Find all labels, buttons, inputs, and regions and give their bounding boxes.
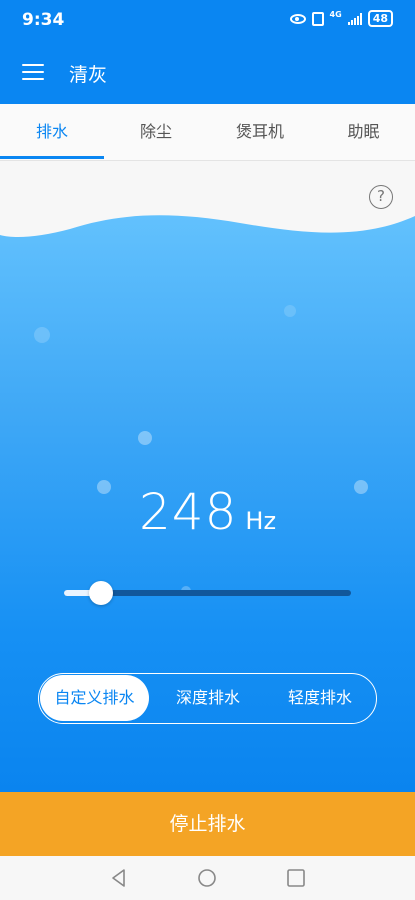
page-title: 清灰: [69, 64, 108, 86]
system-nav-bar: [0, 856, 415, 900]
mode-deep-drain[interactable]: 深度排水: [155, 675, 261, 721]
slider-thumb[interactable]: [89, 581, 114, 605]
status-time: 9:34: [22, 10, 65, 30]
frequency-value: 248: [138, 483, 238, 541]
tab-drain[interactable]: 排水: [0, 104, 104, 161]
frequency-display: 248 Hz: [0, 483, 415, 541]
help-icon[interactable]: ?: [369, 185, 393, 209]
recents-icon[interactable]: [286, 868, 306, 888]
mode-custom-drain[interactable]: 自定义排水: [40, 675, 149, 721]
bubble-decoration: [138, 431, 152, 445]
frequency-slider[interactable]: [64, 581, 351, 605]
home-icon[interactable]: [197, 868, 217, 888]
tab-burn-in[interactable]: 煲耳机: [208, 104, 312, 161]
tab-indicator: [0, 156, 104, 159]
status-bar: 9:34 4G 48: [0, 0, 415, 40]
eye-icon: [289, 13, 306, 24]
bubble-decoration: [34, 327, 50, 343]
tab-sleep[interactable]: 助眠: [312, 104, 415, 161]
signal-icon: [347, 12, 362, 25]
bubble-decoration: [284, 305, 296, 317]
stop-drain-button[interactable]: 停止排水: [0, 792, 415, 856]
wave-shape: [0, 161, 415, 237]
tab-dust[interactable]: 除尘: [104, 104, 208, 161]
battery-icon: 48: [367, 10, 393, 27]
back-icon[interactable]: [109, 868, 129, 888]
vibrate-icon: [311, 11, 324, 26]
drain-panel: ? 248 Hz 自定义排水 深度排水 轻度排水: [0, 161, 415, 792]
hamburger-menu-icon[interactable]: [22, 64, 44, 80]
mode-selector: 自定义排水 深度排水 轻度排水: [38, 673, 377, 724]
app-bar: 清灰: [0, 40, 415, 104]
mode-light-drain[interactable]: 轻度排水: [267, 675, 373, 721]
tab-bar: 排水 除尘 煲耳机 助眠: [0, 104, 415, 161]
status-icons: 4G 48: [289, 10, 393, 27]
frequency-unit: Hz: [245, 507, 277, 535]
network-type: 4G: [329, 10, 342, 19]
